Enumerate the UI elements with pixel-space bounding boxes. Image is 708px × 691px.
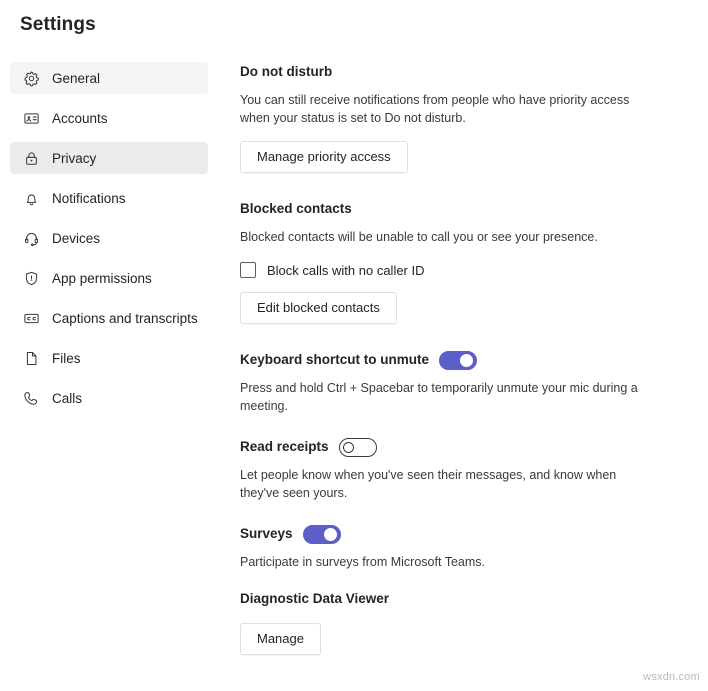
sidebar-item-label: Privacy <box>52 150 97 166</box>
keyboard-shortcut-description: Press and hold Ctrl + Spacebar to tempor… <box>240 381 638 413</box>
surveys-toggle[interactable] <box>302 524 341 544</box>
sidebar-item-label: General <box>52 70 101 86</box>
file-icon <box>22 349 40 367</box>
blocked-contacts-description: Blocked contacts will be unable to call … <box>240 230 598 244</box>
sidebar-item-accounts[interactable]: Accounts <box>10 102 208 134</box>
gear-icon <box>22 69 40 87</box>
sidebar-item-label: Calls <box>52 390 83 406</box>
sidebar-item-captions-and-transcripts[interactable]: Captions and transcripts <box>10 302 208 334</box>
toggle-knob <box>323 527 337 541</box>
edit-blocked-contacts-button[interactable]: Edit blocked contacts <box>240 292 397 324</box>
sidebar-item-label: Files <box>52 350 81 366</box>
manage-diagnostic-data-button[interactable]: Manage <box>240 623 321 655</box>
section-blocked-contacts: Blocked contacts Blocked contacts will b… <box>240 199 660 324</box>
section-diagnostic-data-viewer: Diagnostic Data Viewer Manage <box>240 589 660 655</box>
blocked-contacts-title: Blocked contacts <box>240 201 352 216</box>
block-calls-no-caller-id-row[interactable]: Block calls with no caller ID <box>240 262 660 278</box>
lock-icon <box>22 149 40 167</box>
phone-icon <box>22 389 40 407</box>
sidebar-item-files[interactable]: Files <box>10 342 208 374</box>
closed-caption-icon <box>22 309 40 327</box>
surveys-title-row: Surveys <box>240 524 660 544</box>
surveys-description: Participate in surveys from Microsoft Te… <box>240 555 485 569</box>
watermark: wsxdn.com <box>643 671 700 683</box>
read-receipts-title: Read receipts <box>240 439 329 454</box>
do-not-disturb-title: Do not disturb <box>240 64 333 79</box>
read-receipts-description: Let people know when you've seen their m… <box>240 468 617 500</box>
surveys-title: Surveys <box>240 526 293 541</box>
keyboard-shortcut-title-row: Keyboard shortcut to unmute <box>240 350 660 370</box>
toggle-knob <box>342 441 354 453</box>
section-keyboard-shortcut-to-unmute: Keyboard shortcut to unmute Press and ho… <box>240 350 660 415</box>
keyboard-shortcut-title: Keyboard shortcut to unmute <box>240 352 430 367</box>
page-title: Settings <box>20 14 96 35</box>
keyboard-shortcut-toggle[interactable] <box>439 350 478 370</box>
toggle-knob <box>460 353 474 367</box>
privacy-settings-panel: Do not disturb You can still receive not… <box>240 62 660 655</box>
sidebar-item-label: Accounts <box>52 110 108 126</box>
do-not-disturb-description: You can still receive notifications from… <box>240 93 630 125</box>
sidebar-item-devices[interactable]: Devices <box>10 222 208 254</box>
block-calls-no-caller-id-checkbox[interactable] <box>240 262 256 278</box>
sidebar-item-label: Notifications <box>52 190 126 206</box>
section-do-not-disturb: Do not disturb You can still receive not… <box>240 62 660 173</box>
diagnostic-data-viewer-title: Diagnostic Data Viewer <box>240 591 390 606</box>
shield-icon <box>22 269 40 287</box>
read-receipts-toggle[interactable] <box>338 437 377 457</box>
sidebar-item-general[interactable]: General <box>10 62 208 94</box>
read-receipts-title-row: Read receipts <box>240 437 660 457</box>
section-surveys: Surveys Participate in surveys from Micr… <box>240 524 660 571</box>
headset-icon <box>22 229 40 247</box>
sidebar-item-label: Devices <box>52 230 101 246</box>
manage-priority-access-button[interactable]: Manage priority access <box>240 141 408 173</box>
contact-card-icon <box>22 109 40 127</box>
block-calls-no-caller-id-label: Block calls with no caller ID <box>267 262 425 278</box>
bell-icon <box>22 189 40 207</box>
section-read-receipts: Read receipts Let people know when you'v… <box>240 437 660 502</box>
sidebar-item-notifications[interactable]: Notifications <box>10 182 208 214</box>
sidebar-item-calls[interactable]: Calls <box>10 382 208 414</box>
sidebar-item-label: App permissions <box>52 270 152 286</box>
settings-sidebar: General Accounts Privacy Notifications D… <box>0 62 218 422</box>
sidebar-item-label: Captions and transcripts <box>52 310 198 326</box>
sidebar-item-app-permissions[interactable]: App permissions <box>10 262 208 294</box>
sidebar-item-privacy[interactable]: Privacy <box>10 142 208 174</box>
